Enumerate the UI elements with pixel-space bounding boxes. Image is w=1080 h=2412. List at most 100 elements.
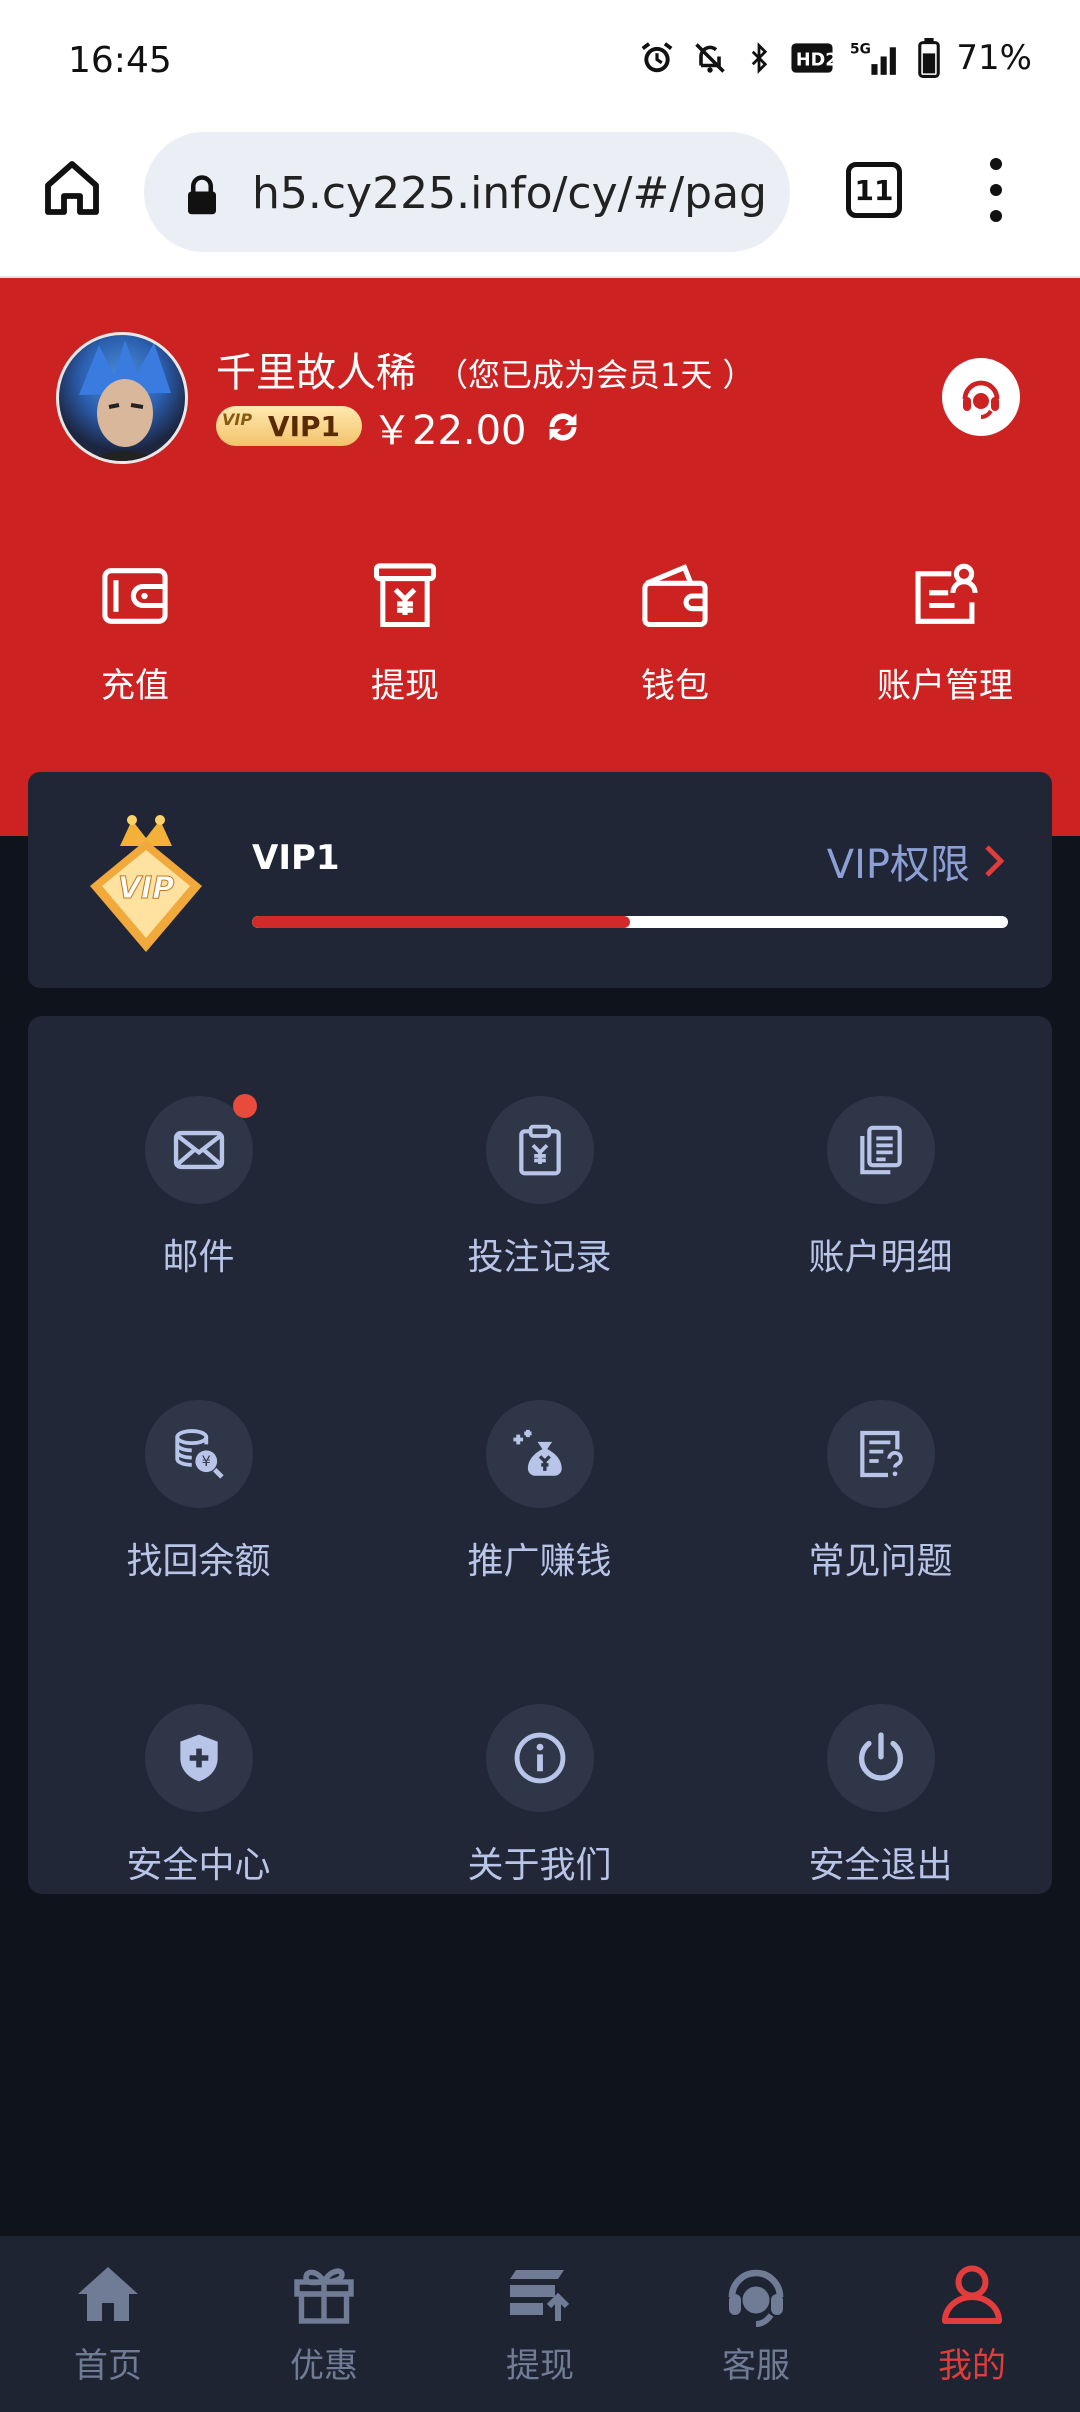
vip-card: VIP VIP1 VIP权限 xyxy=(28,772,1052,988)
customer-service-button[interactable] xyxy=(942,358,1020,436)
menu-item-about-us[interactable]: 关于我们 xyxy=(369,1704,710,1888)
menu-item-account-details[interactable]: 账户明细 xyxy=(710,1096,1051,1280)
hd-icon: HD2 xyxy=(791,43,834,73)
account-card-icon xyxy=(915,563,978,624)
member-duration-note: （您已成为会员1天 ） xyxy=(436,356,755,394)
nav-label: 客服 xyxy=(722,2346,790,2386)
quick-action-recharge[interactable]: 充值 xyxy=(0,558,270,728)
menu-item-label: 投注记录 xyxy=(467,1237,612,1278)
quick-action-withdraw[interactable]: 提现 xyxy=(270,558,540,728)
menu-item-label: 安全退出 xyxy=(808,1845,953,1886)
vip-badge-mini-label: VIP xyxy=(222,410,253,429)
coins-search-icon: ¥ xyxy=(174,1429,224,1479)
tab-switcher-button[interactable]: 11 xyxy=(846,162,902,218)
balance-amount: ￥22.00 xyxy=(372,408,527,454)
menu-item-label: 推广赚钱 xyxy=(467,1541,612,1582)
recharge-wallet-icon xyxy=(102,568,168,624)
menu-item-logout[interactable]: 安全退出 xyxy=(710,1704,1051,1888)
menu-icon-circle xyxy=(485,1400,594,1508)
menu-icon-circle xyxy=(144,1094,257,1204)
documents-icon xyxy=(859,1125,902,1175)
vip-level-badge: VIP VIP1 xyxy=(216,406,362,446)
vip-progress-bar xyxy=(252,916,1008,928)
menu-icon-circle xyxy=(826,1400,935,1508)
menu-item-faq[interactable]: 常见问题 xyxy=(710,1400,1051,1584)
clipboard-yen-icon xyxy=(518,1124,561,1176)
faq-list-icon xyxy=(859,1430,903,1478)
url-bar[interactable]: h5.cy225.info/cy/#/pag xyxy=(144,132,790,252)
signal-5g-icon: 5G xyxy=(850,41,897,75)
headset-icon xyxy=(962,380,1000,419)
bottom-navigation: 首页 优惠 提现 客服 我的 xyxy=(0,2236,1080,2412)
withdraw-yen-icon xyxy=(373,563,437,628)
vip-badge-label: VIP1 xyxy=(267,409,340,443)
refresh-icon[interactable] xyxy=(540,404,586,450)
quick-actions: 充值 提现 钱包 账户管理 xyxy=(0,558,1080,728)
mute-icon xyxy=(695,43,726,73)
svg-text:5G: 5G xyxy=(850,41,871,57)
alarm-icon xyxy=(642,42,673,73)
menu-icon-circle xyxy=(485,1704,594,1812)
menu-item-referral[interactable]: 推广赚钱 xyxy=(369,1400,710,1584)
menu-grid: 邮件 投注记录 账户明细 ¥ 找回余额 推广赚钱 常见问题 安全中心 关于我们 … xyxy=(28,1094,1052,1888)
power-icon xyxy=(858,1732,903,1781)
home-button-icon[interactable] xyxy=(40,156,104,220)
more-options-icon[interactable] xyxy=(980,158,1012,222)
status-icons: HD2 5G 71% xyxy=(638,38,1032,78)
quick-action-label: 充值 xyxy=(101,666,169,706)
vip-crown-emblem-icon: VIP xyxy=(90,815,202,952)
home-icon xyxy=(78,2267,138,2321)
shield-icon xyxy=(179,1734,218,1782)
menu-item-label: 找回余额 xyxy=(126,1541,271,1582)
info-icon xyxy=(514,1732,565,1784)
battery-percent: 71% xyxy=(956,38,1032,78)
vip-rights-link[interactable]: VIP权限 xyxy=(827,832,1008,890)
menu-icon-circle xyxy=(826,1704,935,1812)
svg-text:HD2: HD2 xyxy=(796,50,834,70)
vip-level-text: VIP1 xyxy=(252,838,340,878)
chevron-right-icon xyxy=(985,845,1005,877)
username: 千里故人稀 （您已成为会员1天 ） xyxy=(216,340,755,398)
status-bar: 16:45 HD2 5G 71% xyxy=(0,0,1080,124)
menu-item-label: 关于我们 xyxy=(467,1845,612,1886)
menu-item-security[interactable]: 安全中心 xyxy=(28,1704,369,1888)
quick-action-label: 提现 xyxy=(371,666,439,706)
menu-icon-circle xyxy=(485,1096,594,1204)
nav-label: 我的 xyxy=(938,2346,1006,2386)
menu-item-recover-balance[interactable]: ¥ 找回余额 xyxy=(28,1400,369,1584)
menu-icon-circle xyxy=(826,1096,935,1204)
nav-item-home[interactable]: 首页 xyxy=(0,2236,216,2412)
quick-action-wallet[interactable]: 钱包 xyxy=(540,558,810,728)
mail-icon xyxy=(173,1130,224,1170)
avatar[interactable] xyxy=(56,332,188,464)
nav-item-mine[interactable]: 我的 xyxy=(864,2236,1080,2412)
menu-icon-circle xyxy=(144,1704,253,1812)
menu-item-label: 常见问题 xyxy=(808,1541,953,1582)
menu-card: 邮件 投注记录 账户明细 ¥ 找回余额 推广赚钱 常见问题 安全中心 关于我们 … xyxy=(28,1016,1052,1894)
money-bag-icon xyxy=(512,1429,562,1476)
wallet-icon xyxy=(642,564,708,628)
avatar-illustration xyxy=(79,340,171,461)
quick-action-label: 账户管理 xyxy=(877,666,1013,706)
nav-label: 提现 xyxy=(506,2346,574,2386)
headset-icon xyxy=(728,2269,784,2327)
battery-icon xyxy=(918,38,941,78)
bluetooth-icon xyxy=(752,42,768,74)
profile-header: 千里故人稀 （您已成为会员1天 ） VIP VIP1 ￥22.00 充值 提现 钱… xyxy=(0,278,1080,836)
menu-item-mail[interactable]: 邮件 xyxy=(28,1094,369,1280)
gift-icon xyxy=(294,2268,354,2324)
lock-icon xyxy=(188,175,216,215)
menu-icon-circle: ¥ xyxy=(144,1400,253,1508)
user-icon xyxy=(942,2265,1002,2324)
username-text: 千里故人稀 xyxy=(216,350,416,396)
nav-item-promotions[interactable]: 优惠 xyxy=(216,2236,432,2412)
vip-emblem-text: VIP xyxy=(118,871,174,906)
menu-item-bet-records[interactable]: 投注记录 xyxy=(369,1096,710,1280)
quick-action-label: 钱包 xyxy=(641,666,709,706)
menu-item-label: 账户明细 xyxy=(808,1237,953,1278)
nav-item-withdraw[interactable]: 提现 xyxy=(432,2236,648,2412)
nav-item-customer-service[interactable]: 客服 xyxy=(648,2236,864,2412)
menu-item-label: 安全中心 xyxy=(126,1845,271,1886)
url-text: h5.cy225.info/cy/#/pag xyxy=(252,168,767,219)
quick-action-account[interactable]: 账户管理 xyxy=(810,558,1080,728)
